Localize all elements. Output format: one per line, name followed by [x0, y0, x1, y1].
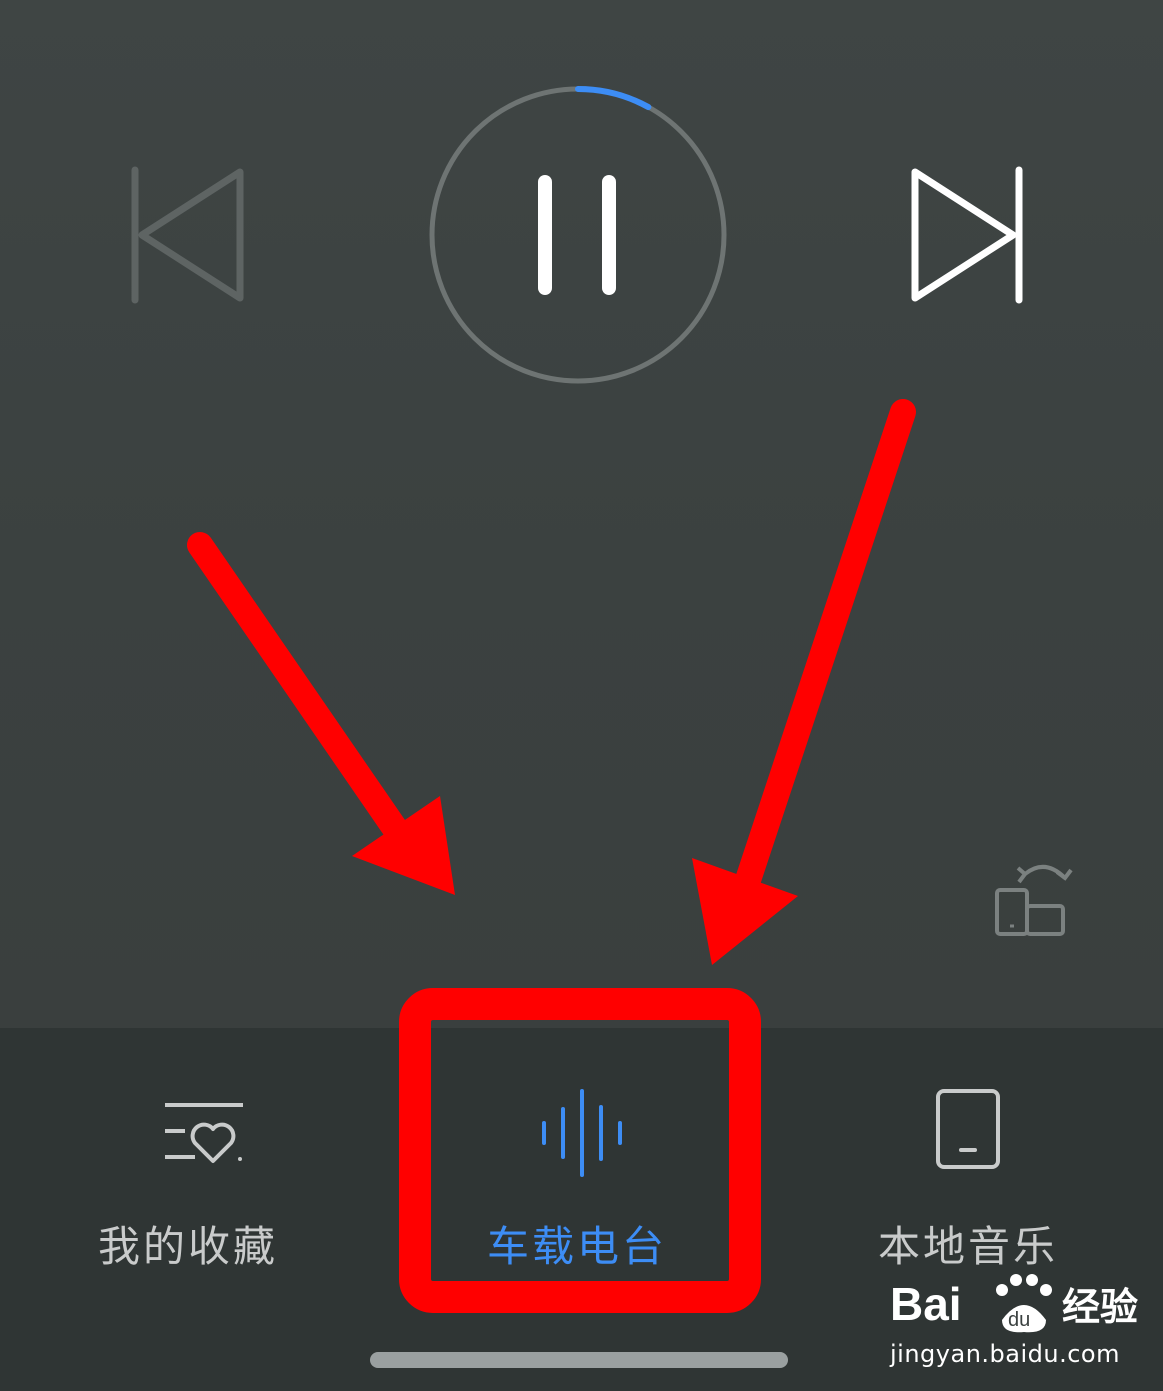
favorites-list-icon [165, 1103, 243, 1163]
svg-text:经验: 经验 [1062, 1285, 1138, 1329]
phone-device-icon [936, 1089, 1000, 1169]
watermark-domain: jingyan.baidu.com [890, 1340, 1120, 1368]
svg-text:Bai: Bai [890, 1278, 962, 1330]
pause-icon [538, 175, 616, 295]
previous-track-button[interactable] [120, 150, 260, 320]
baidu-logo: Bai du 经验 [890, 1274, 1138, 1333]
nav-item-favorites[interactable]: 我的收藏 [58, 1083, 318, 1271]
home-indicator[interactable] [370, 1352, 788, 1368]
play-pause-button[interactable] [425, 82, 731, 388]
nav-item-local-music[interactable]: 本地音乐 [838, 1083, 1098, 1271]
skip-previous-icon [131, 166, 244, 304]
nav-label-car-radio: 车载电台 [486, 1222, 667, 1271]
switch-device-icon [995, 865, 1073, 936]
progress-ring [429, 86, 727, 384]
nav-label-favorites: 我的收藏 [97, 1222, 278, 1271]
sound-wave-icon [542, 1089, 622, 1177]
switch-device-button[interactable] [985, 852, 1077, 944]
svg-text:du: du [1008, 1309, 1030, 1331]
skip-next-icon [911, 166, 1023, 304]
nav-item-car-radio[interactable]: 车载电台 [447, 1083, 707, 1271]
next-track-button[interactable] [898, 150, 1038, 320]
baidu-jingyan-watermark: Bai du 经验 jingyan.baidu.com [880, 1262, 1150, 1372]
player-area [0, 0, 1163, 1028]
